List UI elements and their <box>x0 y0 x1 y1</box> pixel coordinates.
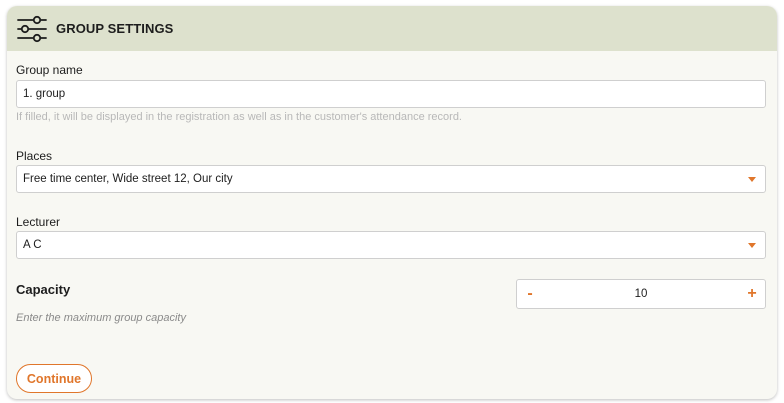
sliders-icon <box>16 15 48 43</box>
chevron-down-icon[interactable] <box>748 176 756 182</box>
card-header: GROUP SETTINGS <box>7 6 777 51</box>
group-name-hint: If filled, it will be displayed in the r… <box>16 111 462 123</box>
page-title: GROUP SETTINGS <box>56 21 174 36</box>
places-label: Places <box>16 149 53 163</box>
decrement-button[interactable]: - <box>517 285 543 303</box>
capacity-hint: Enter the maximum group capacity <box>16 312 186 324</box>
capacity-value[interactable]: 10 <box>543 288 739 300</box>
places-selected-value: Free time center, Wide street 12, Our ci… <box>23 173 233 185</box>
group-settings-card: GROUP SETTINGS Group name 1. group If fi… <box>7 6 777 399</box>
lecturer-select[interactable]: A C <box>16 231 766 259</box>
group-name-value[interactable]: 1. group <box>23 88 765 100</box>
group-name-label: Group name <box>16 63 83 77</box>
increment-button[interactable]: + <box>739 285 765 303</box>
capacity-title: Capacity <box>16 282 71 297</box>
group-name-input[interactable]: 1. group <box>16 80 766 108</box>
places-select[interactable]: Free time center, Wide street 12, Our ci… <box>16 165 766 193</box>
capacity-stepper: - 10 + <box>516 279 766 309</box>
lecturer-label: Lecturer <box>16 215 61 229</box>
chevron-down-icon[interactable] <box>748 242 756 248</box>
lecturer-selected-value: A C <box>23 239 42 251</box>
continue-button[interactable]: Continue <box>16 364 92 393</box>
